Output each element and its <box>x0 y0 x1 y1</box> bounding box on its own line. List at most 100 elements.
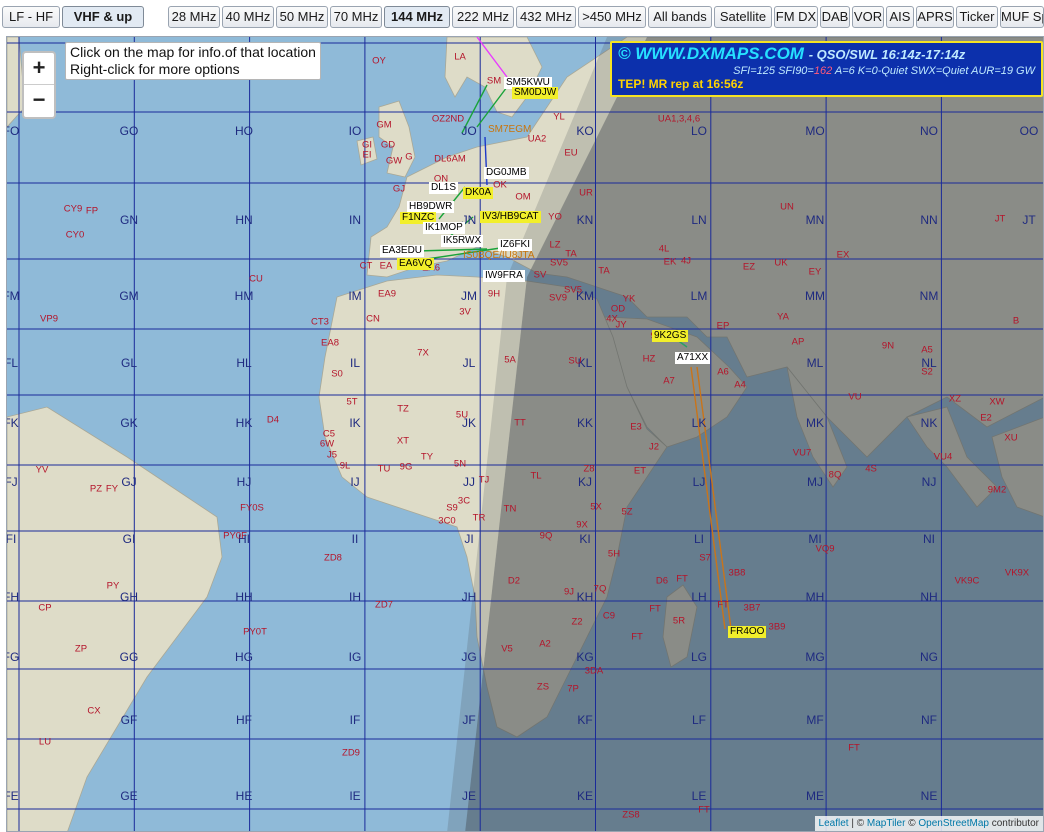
station-callsign[interactable]: IK5RWX <box>441 235 484 247</box>
band-tab[interactable]: All bands <box>648 6 712 28</box>
station-callsign[interactable]: SM0DJW <box>512 87 559 99</box>
dxcc-prefix-label: UK <box>774 257 788 269</box>
grid-square-label: KH <box>576 590 594 604</box>
station-callsign[interactable]: 9K2GS <box>652 330 689 342</box>
band-tab[interactable]: 28 MHz <box>168 6 220 28</box>
zoom-in-button[interactable]: + <box>24 53 54 85</box>
dxcc-prefix-label: LA <box>454 51 466 63</box>
station-callsign[interactable]: IS0BQE/IU8JTA <box>461 250 537 262</box>
dxcc-prefix-label: XU <box>1004 432 1018 444</box>
station-callsign[interactable]: IW9FRA <box>483 270 525 282</box>
dxcc-prefix-label: DL6AM <box>434 153 466 165</box>
band-tab[interactable]: APRS <box>916 6 954 28</box>
dxcc-prefix-label: AP <box>791 336 805 348</box>
dxcc-prefix-label: 8Q <box>828 469 842 481</box>
maptiler-link[interactable]: MapTiler <box>867 818 906 829</box>
dxcc-prefix-label: 3C0 <box>438 515 456 527</box>
grid-square-label: HL <box>236 356 252 370</box>
dxcc-prefix-label: FY <box>105 483 119 495</box>
propagation-banner[interactable]: © WWW.DXMAPS.COM - QSO/SWL 16:14z-17:14z… <box>610 41 1043 97</box>
dxcc-prefix-label: FP <box>85 205 99 217</box>
band-tab[interactable]: Ticker <box>956 6 998 28</box>
grid-square-label: JF <box>462 713 476 727</box>
grid-square-label: GO <box>119 124 139 138</box>
station-callsign[interactable]: EA6VQ <box>397 258 435 270</box>
map-viewport[interactable]: FOGOHOIOJOKOLOMONOOOGNHNINJNKNLNMNNNJTFM… <box>6 36 1044 832</box>
grid-square-label: FK <box>7 416 19 430</box>
dxcc-prefix-label: LZ <box>549 239 561 251</box>
grid-square-label: HJ <box>236 475 252 489</box>
band-tab[interactable]: Satellite <box>714 6 772 28</box>
band-tab[interactable]: VOR <box>852 6 884 28</box>
band-tab[interactable]: MUF Sp <box>1000 6 1044 28</box>
map-canvas[interactable] <box>7 37 1044 832</box>
zoom-out-button[interactable]: − <box>24 85 54 117</box>
station-callsign[interactable]: IK1MOP <box>423 222 465 234</box>
station-callsign[interactable]: EA3EDU <box>380 245 425 257</box>
grid-square-label: NJ <box>921 475 937 489</box>
station-callsign[interactable]: IV3/HB9CAT <box>480 211 541 223</box>
dxcc-prefix-label: FY0S <box>240 502 264 514</box>
station-callsign[interactable]: FR4OO <box>728 626 767 638</box>
dxcc-prefix-label: 4L <box>658 243 670 255</box>
dxcc-prefix-label: D2 <box>507 575 521 587</box>
solar-indices: SFI=125 SFI90=162 A=6 K=0-Quiet SWX=Quie… <box>618 65 1035 77</box>
dxcc-prefix-label: XW <box>989 396 1005 408</box>
dxcc-prefix-label: TN <box>503 503 517 515</box>
dxcc-prefix-label: 9Q <box>539 530 553 542</box>
tep-alert[interactable]: TEP! MR rep at 16:56z <box>618 77 1035 91</box>
band-tab[interactable]: >450 MHz <box>578 6 646 28</box>
grid-square-label: LI <box>693 532 705 546</box>
dxcc-prefix-label: VU4 <box>933 451 953 463</box>
grid-square-label: LO <box>690 124 708 138</box>
dxcc-prefix-label: D6 <box>655 575 669 587</box>
grid-square-label: NN <box>920 213 938 227</box>
grid-square-label: HF <box>236 713 252 727</box>
band-tab[interactable]: 222 MHz <box>452 6 514 28</box>
station-callsign[interactable]: DL1S <box>429 182 459 194</box>
band-tab-bar: LF - HF VHF & up 28 MHz 40 MHz 50 MHz 70 MHz 1… <box>0 0 1044 32</box>
band-tab[interactable]: FM DX <box>774 6 818 28</box>
dxcc-prefix-label: EZ <box>742 261 756 273</box>
dxcc-prefix-label: TA <box>598 265 610 277</box>
grid-square-label: IM <box>348 289 362 303</box>
band-tab[interactable]: AIS <box>886 6 914 28</box>
grid-square-label: GJ <box>121 475 137 489</box>
dxcc-prefix-label: VK9X <box>1004 567 1030 579</box>
grid-square-label: HM <box>234 289 254 303</box>
band-tab[interactable]: 70 MHz <box>330 6 382 28</box>
station-callsign[interactable]: SM7EGM <box>486 124 533 136</box>
grid-square-label: GL <box>120 356 138 370</box>
dxcc-prefix-label: A4 <box>734 379 746 391</box>
band-tab[interactable]: LF - HF <box>2 6 60 28</box>
sfi-value: SFI=125 <box>733 65 776 77</box>
dxcc-prefix-label: A2 <box>539 638 551 650</box>
band-tab[interactable]: 432 MHz <box>516 6 576 28</box>
band-tab[interactable]: 40 MHz <box>222 6 274 28</box>
band-tab[interactable]: 144 MHz <box>384 6 450 28</box>
dxcc-prefix-label: EI <box>362 149 372 161</box>
dxcc-prefix-label: PY0F <box>223 530 247 542</box>
grid-square-label: ME <box>806 789 824 803</box>
band-tab[interactable]: VHF & up <box>62 6 144 28</box>
station-callsign[interactable]: DK0A <box>463 187 494 199</box>
site-name[interactable]: © WWW.DXMAPS.COM <box>618 44 804 63</box>
grid-square-label: NO <box>920 124 938 138</box>
dxcc-prefix-label: SM <box>486 75 502 87</box>
dxcc-prefix-label: ZP <box>74 643 88 655</box>
dxcc-prefix-label: EA8 <box>321 337 339 349</box>
osm-link[interactable]: OpenStreetMap <box>918 818 989 829</box>
band-tab[interactable]: DAB <box>820 6 850 28</box>
grid-square-label: NH <box>920 590 938 604</box>
grid-square-label: MJ <box>807 475 823 489</box>
dxcc-prefix-label: ZD8 <box>324 552 342 564</box>
station-callsign[interactable]: A71XX <box>675 352 711 364</box>
band-tab[interactable]: 50 MHz <box>276 6 328 28</box>
dxcc-prefix-label: 7X <box>417 347 429 359</box>
station-callsign[interactable]: DG0JMB <box>484 167 529 179</box>
dxcc-prefix-label: 5U <box>455 409 469 421</box>
dxcc-prefix-label: GJ <box>392 183 406 195</box>
grid-square-label: II <box>351 532 359 546</box>
grid-square-label: JM <box>461 289 477 303</box>
leaflet-link[interactable]: Leaflet <box>819 818 849 829</box>
